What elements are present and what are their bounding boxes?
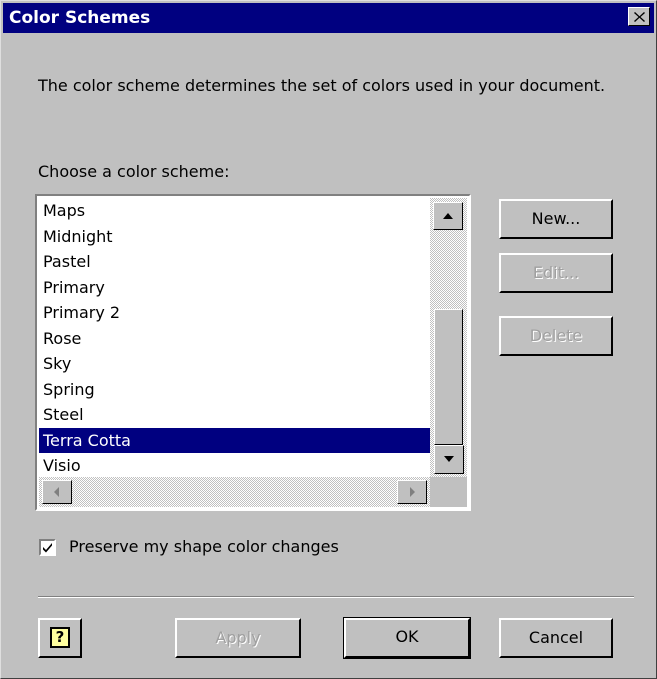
list-item[interactable]: Spring bbox=[39, 377, 430, 403]
color-scheme-listbox[interactable]: Maps Midnight Pastel Primary Primary 2 Rose Sk… bbox=[35, 194, 471, 511]
ok-button-label: OK bbox=[395, 627, 419, 646]
list-item[interactable]: Visio bbox=[39, 453, 430, 477]
edit-button-label: Edit... bbox=[532, 263, 580, 282]
scroll-down-button[interactable] bbox=[434, 445, 464, 474]
list-item[interactable]: Primary bbox=[39, 275, 430, 301]
choose-scheme-label: Choose a color scheme: bbox=[38, 162, 230, 181]
preserve-changes-label[interactable]: Preserve my shape color changes bbox=[69, 537, 339, 556]
footer-divider bbox=[38, 596, 634, 598]
preserve-changes-checkbox[interactable] bbox=[39, 539, 56, 556]
triangle-up-icon bbox=[443, 213, 453, 219]
help-icon: ? bbox=[50, 627, 70, 648]
scroll-up-button[interactable] bbox=[433, 202, 463, 230]
apply-button-label: Apply bbox=[215, 628, 261, 647]
triangle-down-icon bbox=[444, 456, 454, 462]
delete-button[interactable]: Delete bbox=[499, 316, 613, 356]
ok-button[interactable]: OK bbox=[343, 617, 471, 659]
checkmark-icon bbox=[43, 543, 52, 553]
dialog-title: Color Schemes bbox=[9, 8, 151, 28]
list-item[interactable]: Pastel bbox=[39, 249, 430, 275]
apply-button[interactable]: Apply bbox=[175, 618, 301, 658]
scroll-left-button[interactable] bbox=[42, 480, 72, 504]
horizontal-scrollbar[interactable] bbox=[39, 477, 430, 507]
triangle-left-icon bbox=[54, 487, 59, 497]
cancel-button-label: Cancel bbox=[528, 628, 584, 647]
horizontal-scroll-track[interactable] bbox=[39, 477, 430, 507]
close-icon bbox=[634, 12, 645, 22]
vertical-scroll-thumb[interactable] bbox=[434, 309, 463, 445]
list-item[interactable]: Terra Cotta bbox=[39, 427, 430, 453]
triangle-right-icon bbox=[410, 487, 415, 497]
new-button[interactable]: New... bbox=[499, 199, 613, 239]
color-schemes-dialog: Color Schemes The color scheme determine… bbox=[0, 0, 657, 679]
description-text: The color scheme determines the set of c… bbox=[38, 76, 606, 95]
new-button-label: New... bbox=[531, 209, 581, 228]
scheme-list[interactable]: Maps Midnight Pastel Primary Primary 2 Rose Sk… bbox=[39, 198, 430, 477]
edit-button[interactable]: Edit... bbox=[499, 253, 613, 293]
title-bar[interactable]: Color Schemes bbox=[3, 3, 654, 33]
close-button[interactable] bbox=[628, 7, 650, 26]
list-item[interactable]: Midnight bbox=[39, 224, 430, 250]
scrollbar-corner bbox=[430, 477, 467, 507]
list-item[interactable]: Rose bbox=[39, 326, 430, 352]
list-item[interactable]: Sky bbox=[39, 351, 430, 377]
cancel-button[interactable]: Cancel bbox=[499, 618, 613, 658]
list-item[interactable]: Maps bbox=[39, 198, 430, 224]
list-item[interactable]: Primary 2 bbox=[39, 300, 430, 326]
help-button[interactable]: ? bbox=[38, 618, 82, 658]
list-item[interactable]: Steel bbox=[39, 402, 430, 428]
delete-button-label: Delete bbox=[529, 326, 583, 345]
scroll-right-button[interactable] bbox=[397, 480, 427, 504]
vertical-scrollbar[interactable] bbox=[430, 198, 467, 477]
